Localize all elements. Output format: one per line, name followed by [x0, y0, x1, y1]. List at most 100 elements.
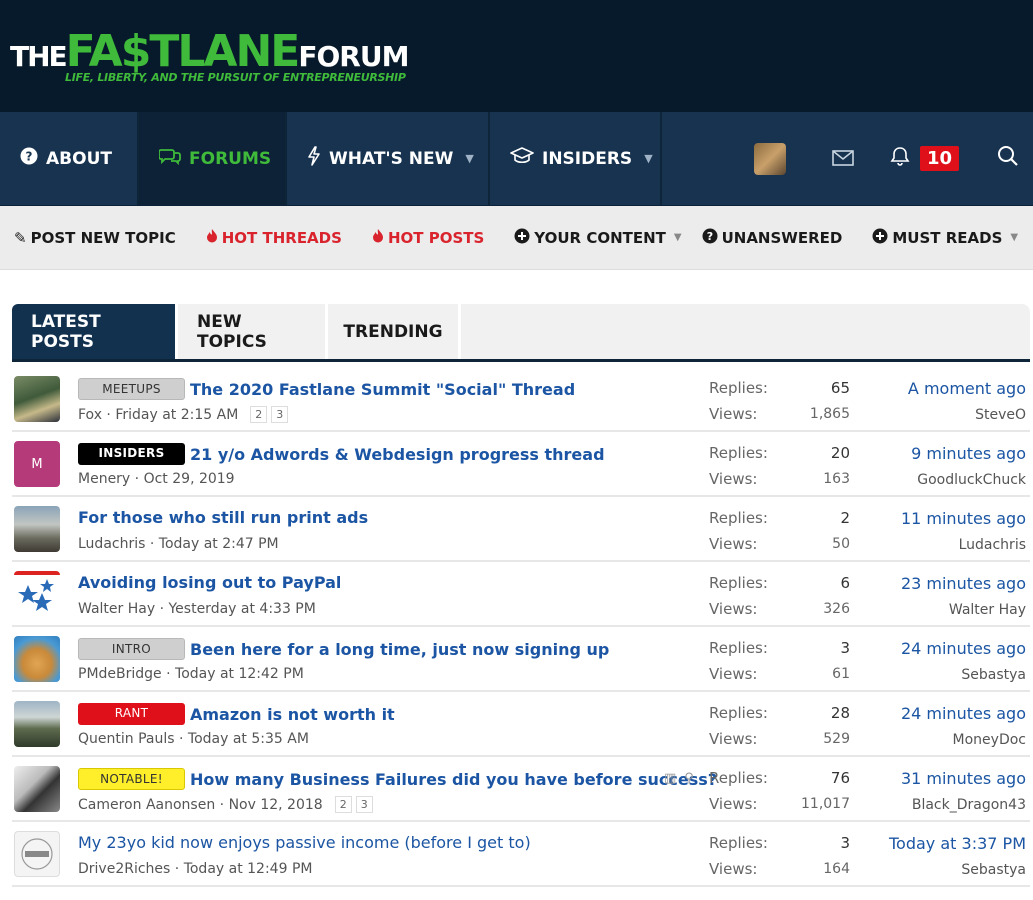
thread-prefix[interactable]: MEETUPS — [78, 378, 185, 400]
last-post-user[interactable]: MoneyDoc — [953, 732, 1026, 748]
author-avatar[interactable] — [14, 701, 60, 747]
thread-date[interactable]: Yesterday at 4:33 PM — [168, 601, 315, 617]
thread-author[interactable]: Quentin Pauls — [78, 731, 175, 747]
must-reads-link[interactable]: MUST READS ▼ — [872, 228, 1018, 248]
meta-separator: · — [155, 601, 169, 617]
thread-title[interactable]: Been here for a long time, just now sign… — [190, 640, 609, 659]
thread-date[interactable]: Today at 2:47 PM — [159, 536, 279, 552]
your-content-link[interactable]: YOUR CONTENT ▼ — [514, 228, 682, 248]
replies-label: Replies: — [709, 444, 768, 462]
stars-logo-icon — [18, 579, 54, 611]
hot-posts-link[interactable]: HOT POSTS — [372, 228, 484, 247]
hot-threads-link[interactable]: HOT THREADS — [206, 228, 342, 247]
thread-date[interactable]: Friday at 2:15 AM — [115, 407, 238, 423]
thread-title[interactable]: Avoiding losing out to PayPal — [78, 573, 341, 592]
thread-date[interactable]: Nov 12, 2018 — [229, 797, 323, 813]
replies-count: 6 — [840, 574, 850, 592]
logo-the: THE — [10, 40, 68, 73]
user-avatar[interactable] — [753, 142, 786, 175]
thread-title[interactable]: How many Business Failures did you have … — [190, 770, 717, 789]
logo-tagline: LIFE, LIBERTY, AND THE PURSUIT OF ENTREP… — [65, 71, 406, 84]
thread-meta: Fox · Friday at 2:15 AM 2 3 — [78, 406, 289, 423]
last-post-user[interactable]: Walter Hay — [949, 602, 1026, 618]
thread-author[interactable]: PMdeBridge — [78, 666, 162, 682]
last-post-user[interactable]: Sebastya — [961, 667, 1026, 683]
thread-prefix[interactable]: NOTABLE! — [78, 768, 185, 790]
page-link[interactable]: 3 — [271, 406, 289, 423]
thread-author[interactable]: Menery — [78, 471, 130, 487]
last-post-user[interactable]: Ludachris — [959, 537, 1026, 553]
thread-title[interactable]: For those who still run print ads — [78, 508, 368, 527]
page-link[interactable]: 2 — [334, 796, 352, 813]
replies-count: 3 — [840, 639, 850, 657]
thread-title[interactable]: Amazon is not worth it — [190, 705, 395, 724]
thread-date[interactable]: Today at 5:35 AM — [188, 731, 309, 747]
thread-title[interactable]: 21 y/o Adwords & Webdesign progress thre… — [190, 445, 605, 464]
svg-text:?: ? — [26, 150, 33, 164]
thread-prefix[interactable]: INTRO — [78, 638, 185, 660]
last-post-time[interactable]: 23 minutes ago — [901, 574, 1026, 593]
chevron-down-icon: ▼ — [1010, 232, 1019, 243]
tab-new-topics[interactable]: NEW TOPICS — [178, 304, 328, 359]
last-post-time[interactable]: 24 minutes ago — [901, 639, 1026, 658]
thread-author[interactable]: Ludachris — [78, 536, 145, 552]
nav-forums[interactable]: FORUMS — [139, 112, 287, 205]
last-post-time[interactable]: 11 minutes ago — [901, 509, 1026, 528]
author-avatar[interactable] — [14, 376, 60, 422]
thread-author[interactable]: Fox — [78, 407, 102, 423]
views-label: Views: — [709, 860, 758, 878]
tab-trending[interactable]: TRENDING — [328, 304, 461, 359]
last-post-user[interactable]: Black_Dragon43 — [912, 797, 1026, 813]
views-count: 50 — [832, 536, 850, 552]
last-post-user[interactable]: GoodluckChuck — [917, 472, 1026, 488]
page-link[interactable]: 2 — [250, 406, 268, 423]
thread-meta: Walter Hay · Yesterday at 4:33 PM — [78, 601, 316, 617]
author-avatar[interactable]: M — [14, 441, 60, 487]
last-post-time[interactable]: Today at 3:37 PM — [889, 834, 1026, 853]
tab-latest-posts[interactable]: LATEST POSTS — [12, 304, 178, 359]
last-post-time[interactable]: A moment ago — [908, 379, 1026, 398]
thread-prefix[interactable]: INSIDERS — [78, 443, 185, 465]
last-post-time[interactable]: 9 minutes ago — [911, 444, 1026, 463]
thread-title[interactable]: My 23yo kid now enjoys passive income (b… — [78, 833, 531, 852]
thread-title-line: INSIDERS 21 y/o Adwords & Webdesign prog… — [78, 443, 605, 465]
thread-prefix[interactable]: RANT — [78, 703, 185, 725]
last-post-user[interactable]: SteveO — [975, 407, 1026, 423]
nav-insiders[interactable]: INSIDERS ▼ — [490, 112, 662, 205]
alerts-button[interactable]: 10 — [890, 146, 959, 171]
thread-date[interactable]: Today at 12:49 PM — [184, 861, 313, 877]
author-avatar[interactable] — [14, 831, 60, 877]
plus-circle-icon — [514, 228, 530, 248]
page-link[interactable]: 3 — [355, 796, 373, 813]
thread-date[interactable]: Today at 12:42 PM — [175, 666, 304, 682]
nav-whats-new[interactable]: WHAT'S NEW ▼ — [287, 112, 490, 205]
must-reads-label: MUST READS — [892, 228, 1003, 247]
author-avatar[interactable] — [14, 571, 60, 617]
thread-title[interactable]: The 2020 Fastlane Summit "Social" Thread — [190, 380, 575, 399]
author-avatar[interactable] — [14, 766, 60, 812]
replies-label: Replies: — [709, 834, 768, 852]
nav-about[interactable]: ? ABOUT — [0, 112, 139, 205]
search-icon[interactable] — [997, 145, 1019, 172]
thread-author[interactable]: Walter Hay — [78, 601, 155, 617]
views-count: 326 — [823, 601, 850, 617]
logo-forum: FORUM — [298, 40, 409, 73]
nav-whats-new-label: WHAT'S NEW — [329, 148, 454, 169]
thread-author[interactable]: Drive2Riches — [78, 861, 170, 877]
envelope-icon[interactable] — [832, 147, 854, 171]
unanswered-link[interactable]: ? UNANSWERED — [702, 228, 842, 248]
replies-label: Replies: — [709, 379, 768, 397]
author-avatar[interactable] — [14, 636, 60, 682]
site-logo[interactable]: THEFA$TLANEFORUM LIFE, LIBERTY, AND THE … — [10, 30, 409, 85]
alerts-count-badge: 10 — [919, 146, 959, 171]
pencil-icon: ✎ — [14, 228, 27, 247]
last-post-user[interactable]: Sebastya — [961, 862, 1026, 878]
last-post-time[interactable]: 24 minutes ago — [901, 704, 1026, 723]
last-post-time[interactable]: 31 minutes ago — [901, 769, 1026, 788]
author-avatar[interactable] — [14, 506, 60, 552]
thread-row: RANT Amazon is not worth it Quentin Paul… — [12, 692, 1030, 757]
thread-meta: Ludachris · Today at 2:47 PM — [78, 536, 279, 552]
thread-date[interactable]: Oct 29, 2019 — [144, 471, 235, 487]
thread-author[interactable]: Cameron Aanonsen — [78, 797, 215, 813]
post-new-topic-link[interactable]: ✎ POST NEW TOPIC — [14, 229, 176, 247]
